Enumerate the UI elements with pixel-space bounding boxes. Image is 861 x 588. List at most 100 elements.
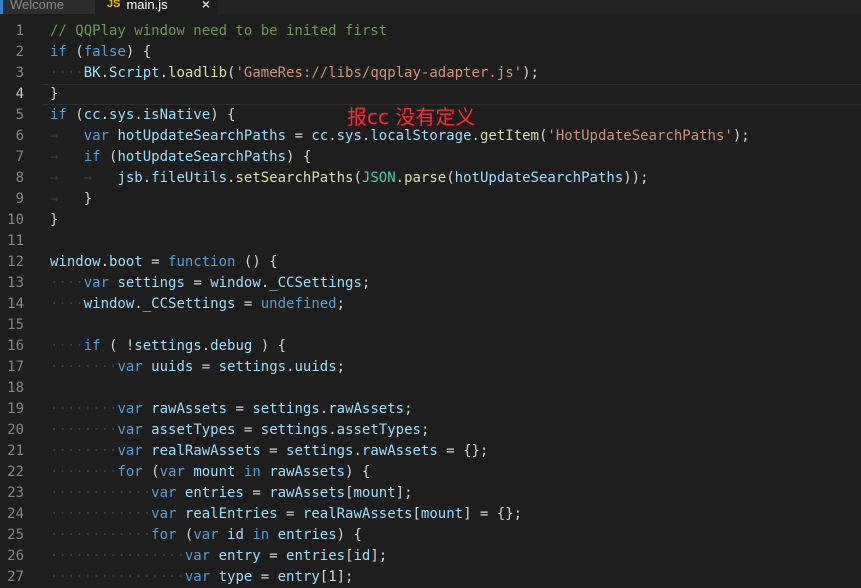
code-token: ( !	[100, 338, 135, 354]
code-line[interactable]: 9 → }	[0, 189, 861, 210]
code-token: rawAssets	[269, 464, 346, 480]
line-number: 15	[7, 317, 24, 333]
code-token: rawAssets	[328, 401, 405, 417]
code-token: _CCSettings	[142, 296, 236, 312]
whitespace-marker: ····	[50, 296, 84, 312]
code-line[interactable]: 8 → → jsb.fileUtils.setSearchPaths(JSON.p…	[0, 168, 861, 189]
code-token: ;	[336, 296, 346, 312]
code-token: .	[286, 359, 295, 375]
line-number: 12	[7, 254, 24, 270]
code-line[interactable]: 19 ········var rawAssets = settings.rawAs…	[0, 399, 861, 420]
code-line[interactable]: 20 ········var assetTypes = settings.asse…	[0, 420, 861, 441]
code-token: .	[100, 107, 110, 123]
code-token: sys	[109, 107, 135, 123]
code-line[interactable]: 16 ····if ( !settings.debug ) {	[0, 336, 861, 357]
code-token: .	[319, 401, 329, 417]
code-token: realRawAssets	[151, 443, 261, 459]
whitespace-marker: ············	[50, 506, 152, 522]
code-token: for	[117, 464, 143, 480]
code-token: entries	[277, 527, 337, 543]
code-token: var	[193, 527, 219, 543]
code-token: .	[201, 338, 211, 354]
code-text: // QQPlay window need to be inited first	[50, 21, 387, 42]
line-number: 17	[7, 359, 24, 375]
code-line[interactable]: 25 ············for (var id in entries) {	[0, 525, 861, 546]
code-line[interactable]: 23 ············var entries = rawAssets[mo…	[0, 483, 861, 504]
code-token: [	[412, 506, 421, 522]
code-line[interactable]: 14 ····window._CCSettings = undefined;	[0, 294, 861, 315]
code-line[interactable]: 13 ····var settings = window._CCSettings;	[0, 273, 861, 294]
code-line[interactable]: 18	[0, 378, 861, 399]
code-token: if	[50, 107, 67, 123]
line-number: 20	[7, 422, 24, 438]
code-line[interactable]: 24 ············var realEntries = realRawA…	[0, 504, 861, 525]
code-line[interactable]: 26 ················var entry = entries[id…	[0, 546, 861, 567]
code-line[interactable]: 1 // QQPlay window need to be inited firs…	[0, 21, 861, 42]
code-token: entry	[277, 569, 320, 585]
code-text: ············for (var id in entries) {	[50, 525, 362, 546]
code-line[interactable]: 15	[0, 315, 861, 336]
code-line[interactable]: 7 → if (hotUpdateSearchPaths) {	[0, 147, 861, 168]
code-token: =	[260, 443, 287, 459]
code-token: entries	[184, 485, 244, 501]
code-token: ) {	[125, 44, 152, 60]
code-token: uuids	[151, 359, 194, 375]
code-token: ) {	[336, 527, 362, 543]
code-token: var	[117, 359, 143, 375]
code-line[interactable]: 27 ················var type = entry[1];	[0, 567, 861, 588]
whitespace-marker: ············	[50, 485, 152, 501]
code-token: .	[395, 170, 405, 186]
code-token: ));	[623, 170, 649, 186]
line-number: 25	[7, 527, 24, 543]
code-token: rawAssets	[269, 485, 346, 501]
whitespace-marker: →	[50, 149, 84, 165]
code-text: → if (hotUpdateSearchPaths) {	[50, 147, 311, 168]
code-text: ················var type = entry[1];	[50, 567, 353, 588]
code-line[interactable]: 12 window.boot = function () {	[0, 252, 861, 273]
code-token: hotUpdateSearchPaths	[117, 149, 287, 165]
code-token: =	[184, 275, 211, 291]
code-token: cc	[311, 128, 329, 144]
code-token: =	[260, 548, 287, 564]
line-number: 14	[7, 296, 24, 312]
code-token: ;	[361, 275, 371, 291]
code-line[interactable]: 17 ········var uuids = settings.uuids;	[0, 357, 861, 378]
code-token: =	[286, 128, 312, 144]
code-token: var	[117, 401, 143, 417]
code-line[interactable]: 2 if (false) {	[0, 42, 861, 63]
code-token: entries	[286, 548, 346, 564]
code-token: uuids	[294, 359, 337, 375]
close-icon[interactable]: ×	[202, 0, 210, 12]
code-token: =	[235, 422, 261, 438]
code-token: ) {	[345, 464, 371, 480]
whitespace-marker: ················	[50, 548, 185, 564]
whitespace-marker: ········	[50, 359, 118, 375]
code-token: ];	[370, 548, 388, 564]
code-token: =	[252, 569, 278, 585]
line-number: 26	[7, 548, 24, 564]
code-line[interactable]: 21 ········var realRawAssets = settings.r…	[0, 441, 861, 462]
code-token: var	[117, 422, 143, 438]
code-token: var	[83, 128, 110, 144]
code-line[interactable]: 11	[0, 231, 861, 252]
line-number: 2	[15, 44, 24, 60]
code-token: (	[142, 464, 160, 480]
tab-main-js[interactable]: JS main.js ×	[95, 0, 218, 14]
code-line[interactable]: 3 ····BK.Script.loadlib('GameRes://libs/q…	[0, 63, 861, 84]
line-number: 21	[7, 443, 24, 459]
code-text: window.boot = function () {	[50, 252, 278, 273]
code-token: 'GameRes://libs/qqplay-adapter.js'	[235, 65, 523, 81]
code-token: assetTypes	[151, 422, 236, 438]
code-token: .	[353, 443, 362, 459]
code-line[interactable]: 22 ········for (var mount in rawAssets) {	[0, 462, 861, 483]
code-line[interactable]: 10}	[0, 210, 861, 231]
code-text: ····var settings = window._CCSettings;	[50, 273, 370, 294]
code-text: ····BK.Script.loadlib('GameRes://libs/qq…	[50, 63, 539, 84]
code-token: boot	[109, 254, 143, 270]
whitespace-marker: ····	[50, 338, 84, 354]
code-token: var	[117, 443, 143, 459]
tab-welcome[interactable]: Welcome	[0, 0, 95, 14]
